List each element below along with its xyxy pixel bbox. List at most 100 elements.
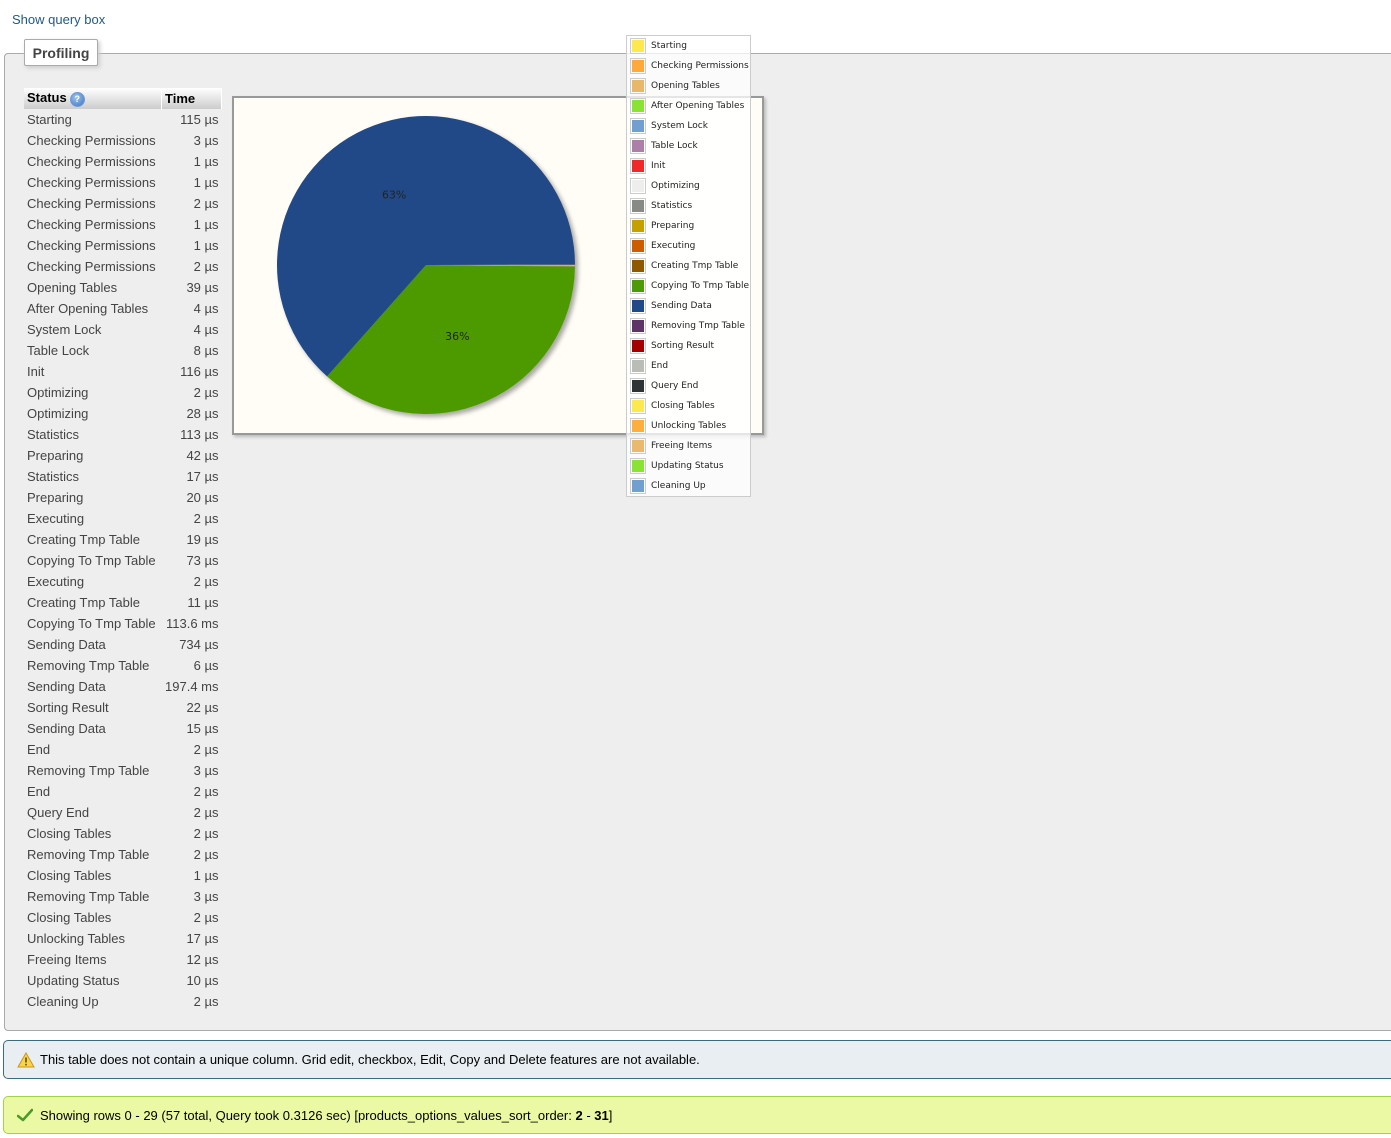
row-time: 2 µs xyxy=(193,385,219,400)
row-time: 2 µs xyxy=(193,826,219,841)
row-status: Copying To Tmp Table xyxy=(27,616,156,631)
row-time: 11 µs xyxy=(187,595,219,610)
table-row: Init 116 µs xyxy=(24,361,222,382)
show-query-box-link[interactable]: Show query box xyxy=(12,12,105,27)
row-status: Unlocking Tables xyxy=(27,931,126,946)
row-status: Cleaning Up xyxy=(27,994,99,1009)
table-row: Starting 115 µs xyxy=(24,109,222,130)
legend-label: System Lock xyxy=(651,121,708,131)
row-status: Checking Permissions xyxy=(27,154,156,169)
legend-item: Checking Permissions xyxy=(627,56,750,76)
row-status: Creating Tmp Table xyxy=(27,595,140,610)
row-status: Sorting Result xyxy=(27,700,109,715)
row-time: 4 µs xyxy=(193,301,219,316)
chart-legend: Starting Checking Permissions Opening Tabl… xyxy=(626,35,751,497)
table-row: Checking Permissions 1 µs xyxy=(24,235,222,256)
row-time: 2 µs xyxy=(193,511,219,526)
row-status: Checking Permissions xyxy=(27,175,156,190)
legend-swatch xyxy=(630,438,646,454)
table-row: Sending Data 15 µs xyxy=(24,718,222,739)
row-status: Sending Data xyxy=(27,721,106,736)
legend-item: Copying To Tmp Table xyxy=(627,276,750,296)
table-row: Statistics 113 µs xyxy=(24,424,222,445)
legend-label: Query End xyxy=(651,381,699,391)
notice-message: This table does not contain a unique col… xyxy=(3,1040,1391,1079)
table-row: End 2 µs xyxy=(24,739,222,760)
legend-label: Opening Tables xyxy=(651,81,720,91)
legend-label: Creating Tmp Table xyxy=(651,261,739,271)
row-status: Checking Permissions xyxy=(27,133,156,148)
row-time: 113 µs xyxy=(180,427,219,442)
legend-item: Table Lock xyxy=(627,136,750,156)
table-row: Sorting Result 22 µs xyxy=(24,697,222,718)
legend-swatch xyxy=(630,478,646,494)
legend-swatch xyxy=(630,198,646,214)
table-row: Query End 2 µs xyxy=(24,802,222,823)
row-time: 39 µs xyxy=(186,280,219,295)
profiling-table-body: Starting 115 µs Checking Permissions 3 µs Ch… xyxy=(24,109,222,1012)
table-row: After Opening Tables 4 µs xyxy=(24,298,222,319)
table-row: Checking Permissions 3 µs xyxy=(24,130,222,151)
legend-label: Freeing Items xyxy=(651,441,713,451)
row-status: Init xyxy=(27,364,45,379)
column-header-time[interactable]: Time xyxy=(161,88,222,109)
legend-label: Closing Tables xyxy=(651,401,715,411)
row-time: 17 µs xyxy=(186,469,219,484)
column-header-status[interactable]: Status? xyxy=(24,88,162,109)
row-time: 20 µs xyxy=(186,490,219,505)
table-row: Creating Tmp Table 19 µs xyxy=(24,529,222,550)
notice-text: This table does not contain a unique col… xyxy=(40,1052,700,1067)
legend-item: Freeing Items xyxy=(627,436,750,456)
legend-label: Table Lock xyxy=(651,141,698,151)
row-status: Removing Tmp Table xyxy=(27,847,150,862)
legend-item: Init xyxy=(627,156,750,176)
row-time: 2 µs xyxy=(193,574,219,589)
table-row: Creating Tmp Table 11 µs xyxy=(24,592,222,613)
row-status: Statistics xyxy=(27,427,80,442)
pie-data-label: 63% xyxy=(382,188,406,201)
legend-item: Starting xyxy=(627,36,750,56)
pie-data-label: 36% xyxy=(445,330,469,343)
row-status: Opening Tables xyxy=(27,280,118,295)
row-time: 12 µs xyxy=(186,952,219,967)
legend-swatch xyxy=(630,398,646,414)
legend-label: Cleaning Up xyxy=(651,481,706,491)
legend-label: Removing Tmp Table xyxy=(651,321,745,331)
row-time: 73 µs xyxy=(186,553,219,568)
legend-item: Optimizing xyxy=(627,176,750,196)
row-time: 2 µs xyxy=(193,742,219,757)
success-text: Showing rows 0 - 29 (57 total, Query too… xyxy=(40,1107,613,1123)
row-time: 2 µs xyxy=(193,784,219,799)
legend-item: Updating Status xyxy=(627,456,750,476)
table-row: Unlocking Tables 17 µs xyxy=(24,928,222,949)
legend-label: Sorting Result xyxy=(651,341,715,351)
legend-swatch xyxy=(630,298,646,314)
table-row: Freeing Items 12 µs xyxy=(24,949,222,970)
row-time: 2 µs xyxy=(193,196,219,211)
legend-item: Preparing xyxy=(627,216,750,236)
table-row: Optimizing 2 µs xyxy=(24,382,222,403)
table-row: Checking Permissions 1 µs xyxy=(24,214,222,235)
row-time: 6 µs xyxy=(193,658,219,673)
row-status: Statistics xyxy=(27,469,80,484)
row-status: End xyxy=(27,742,51,757)
row-time: 1 µs xyxy=(193,217,219,232)
row-time: 1 µs xyxy=(193,238,219,253)
help-icon[interactable]: ? xyxy=(69,91,85,107)
row-status: Closing Tables xyxy=(27,826,112,841)
legend-swatch xyxy=(630,378,646,394)
legend-swatch xyxy=(630,258,646,274)
row-time: 2 µs xyxy=(193,805,219,820)
legend-swatch xyxy=(630,238,646,254)
row-time: 2 µs xyxy=(193,847,219,862)
legend-swatch xyxy=(630,278,646,294)
legend-item: System Lock xyxy=(627,116,750,136)
row-time: 19 µs xyxy=(186,532,219,547)
row-status: System Lock xyxy=(27,322,102,337)
row-status: Closing Tables xyxy=(27,910,112,925)
row-time: 2 µs xyxy=(193,994,219,1009)
legend-swatch xyxy=(630,218,646,234)
row-status: Executing xyxy=(27,574,85,589)
row-status: Removing Tmp Table xyxy=(27,763,150,778)
legend-item: Opening Tables xyxy=(627,76,750,96)
